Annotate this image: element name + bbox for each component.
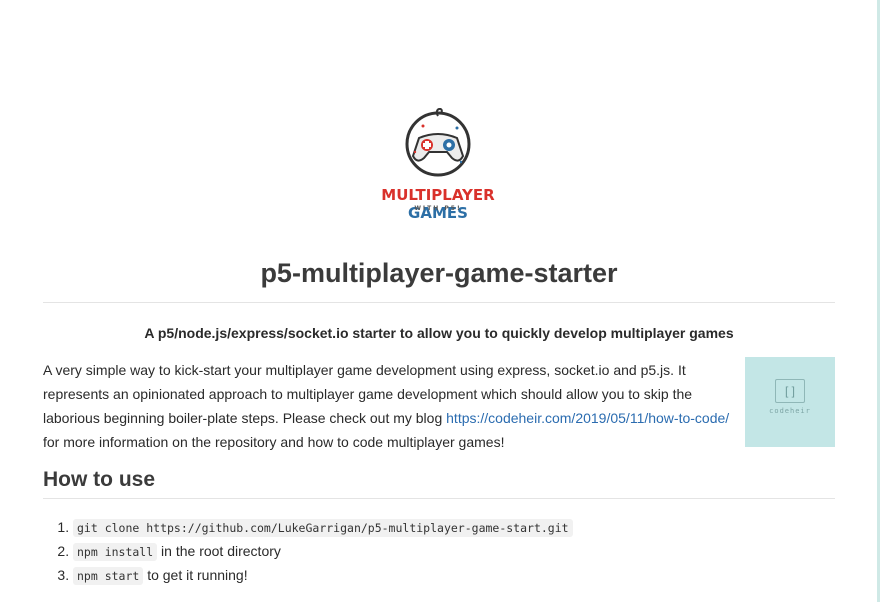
step-code: npm start: [73, 567, 144, 585]
repo-tagline: A p5/node.js/express/socket.io starter t…: [144, 325, 734, 341]
blog-link[interactable]: https://codeheir.com/2019/05/11/how-to-c…: [446, 410, 729, 426]
step-item: npm start to get it running!: [73, 563, 573, 587]
title-divider: [43, 302, 835, 303]
step-item: npm install in the root directory: [73, 539, 573, 563]
codeheir-image[interactable]: [ ] codeheir: [745, 357, 835, 447]
step-text: to get it running!: [143, 567, 248, 583]
gamepad-icon: [405, 108, 471, 177]
multiplayer-games-logo: MULTIPLAYER GAMES WITH P5!: [353, 108, 523, 222]
logo-subtitle: WITH P5!: [414, 205, 462, 212]
step-text: in the root directory: [157, 543, 281, 559]
how-to-use-heading: How to use: [43, 468, 156, 491]
codeheir-image-label: codeheir: [769, 407, 811, 415]
step-code: git clone https://github.com/LukeGarriga…: [73, 519, 573, 537]
page-title: p5-multiplayer-game-starter: [260, 258, 618, 288]
description-paragraph: A very simple way to kick-start your mul…: [43, 358, 731, 454]
step-item: git clone https://github.com/LukeGarriga…: [73, 515, 573, 539]
codeheir-glyph-icon: [ ]: [775, 379, 805, 403]
step-code: npm install: [73, 543, 158, 561]
logo-word-red: MULTIPLAYER: [381, 186, 495, 204]
steps-list: git clone https://github.com/LukeGarriga…: [43, 515, 573, 587]
how-to-divider: [43, 498, 835, 499]
logo-wordmark: MULTIPLAYER GAMES: [353, 186, 523, 222]
description-text-after: for more information on the repository a…: [43, 434, 505, 450]
